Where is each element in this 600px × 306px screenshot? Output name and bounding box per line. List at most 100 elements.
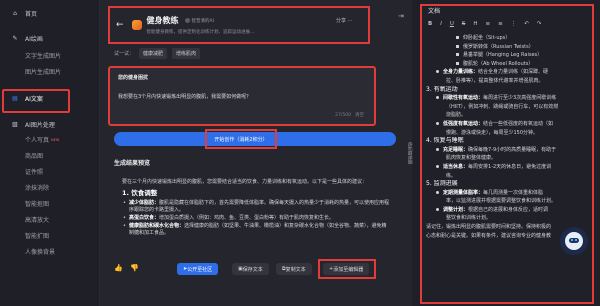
editor-divider[interactable] [412, 0, 420, 306]
author-tag[interactable]: 智普清的AI [184, 18, 214, 24]
new-badge: NEW [51, 137, 60, 142]
document-line: 拉、卧推等），提高整体代谢率并增强肌肉。 [446, 77, 544, 84]
sidebar-item-9[interactable]: 涂抹消除 [0, 180, 49, 195]
sidebar-item-6[interactable]: 个人写真 NEW [0, 132, 59, 147]
robot-icon [565, 232, 583, 250]
document-line: 烧脂肪。 [446, 112, 467, 119]
document-line: 全身力量训练：结合全身力量训练（如深蹲、硬 [424, 68, 590, 77]
sidebar-item-13[interactable]: 人像换背景 [0, 244, 55, 259]
document-line: 悬垂举腿（Hanging Leg Raises） [424, 51, 590, 60]
share-label: 分享 [336, 18, 347, 24]
document-line: 低强度有氧运动：结合一些低强度的有氧运动（如 [424, 120, 590, 129]
sidebar-item-2[interactable]: 文字生成图片 [0, 48, 61, 63]
sidebar-item-7[interactable]: 商品图 [0, 148, 43, 163]
sidebar-item-label: AI绘画 [25, 36, 43, 43]
redo-icon[interactable]: ↷ [537, 21, 542, 27]
prompt-input-box[interactable]: 您的健身困扰 我想要在3个月内快速锻炼出明显的腹肌，我需要如何做呢？ 27/50… [108, 66, 376, 126]
sidebar-item-12[interactable]: 智能扩图 [0, 228, 49, 243]
sidebar-item-5[interactable]: ▧ AI图片处理 [0, 117, 55, 132]
result-list: 减少体脂肪：腹肌是隐藏在体脂肪下的，首先需要降低体脂率。确保每天摄入的热量少于消… [122, 200, 390, 237]
assistant-avatar[interactable] [560, 227, 588, 255]
sidebar-item-3[interactable]: 图片生成图片 [0, 64, 61, 79]
app-avatar [131, 20, 142, 30]
ordered-list-icon[interactable]: ≡ [498, 21, 503, 27]
title-block: 健身教练 智普清的AI 智能健身教练，提供定制化训练计划、追踪运动进展… [147, 15, 255, 35]
sidebar-item-label: 高清放大 [25, 217, 50, 224]
more-icon[interactable]: ⋮ [511, 21, 517, 27]
document-line: 5. 监测进展 [426, 180, 458, 188]
document-line: 整饮食和训练计划。 [446, 215, 492, 222]
result-bullet: 减少体脂肪：腹肌是隐藏在体脂肪下的，首先需要降低体脂率。确保每天摄入的热量少于消… [122, 200, 390, 214]
underline-icon[interactable]: U [450, 21, 454, 27]
bullet-marker [456, 44, 459, 48]
save-button[interactable]: ▣ 保存文本 [232, 263, 269, 275]
try-label: 试一试： [114, 51, 135, 57]
document-line: 腹肌轮（Ab Wheel Rollouts） [424, 60, 590, 69]
sidebar-item-10[interactable]: 智能抠图 [0, 196, 49, 211]
undo-icon[interactable]: ↶ [524, 21, 529, 27]
collapse-editor-label[interactable]: 收起编辑器 [406, 142, 412, 165]
bullet-marker [436, 70, 439, 74]
author-avatar [184, 18, 190, 23]
document-line: 俄罗斯转体（Russian Twists） [424, 43, 590, 52]
sidebar-item-4[interactable]: ▤ AI文案 [0, 91, 43, 106]
bullet-marker [436, 96, 439, 100]
sidebar-item-label: 首页 [25, 11, 38, 18]
sidebar-item-label: 智能扩图 [25, 233, 50, 240]
document-line: 4. 恢复与睡眠 [426, 137, 464, 145]
generate-button[interactable]: 开始创作（消耗2积分） [205, 129, 277, 149]
publish-button[interactable]: ➤ 公开至社区 [177, 263, 219, 275]
bullet-marker [436, 147, 439, 151]
chip-lose-weight[interactable]: 健康减肥 [139, 48, 168, 59]
result-heading: 1. 饮食调整 [122, 189, 158, 197]
sidebar-item-label: 文字生成图片 [25, 53, 62, 60]
thumbs-up-icon[interactable]: 👍 [114, 264, 123, 272]
result-intro: 要在三个月内快速锻炼出明显的腹肌，您需要结合适当的饮食、力量训练和有氧运动。以下… [122, 179, 368, 185]
prompt-textarea[interactable]: 我想要在3个月内快速锻炼出明显的腹肌，我需要如何做呢？ [118, 94, 366, 101]
document-body[interactable]: 仰卧起坐（Sit-ups） 俄罗斯转体（Russian Twists） 悬垂举腿（H… [424, 34, 590, 304]
sidebar-item-label: 证件照 [25, 169, 44, 176]
result-bullet: 高蛋白饮食：增加蛋白质摄入（例如：鸡肉、鱼、豆类、蛋白粉等）有助于肌肉恢复和生长… [122, 215, 390, 222]
chip-build-muscle[interactable]: 增练肌肉 [172, 48, 201, 59]
sidebar-item-label: 人像换背景 [25, 249, 56, 256]
heading-icon[interactable]: H [473, 21, 477, 27]
share-button[interactable]: 分享 ⋯ [336, 17, 353, 24]
home-icon: ⌂ [13, 10, 17, 17]
italic-icon[interactable]: I [440, 21, 442, 27]
sidebar-item-11[interactable]: 高清放大 [0, 212, 49, 227]
back-arrow-icon[interactable]: ← [116, 20, 124, 30]
sidebar-item-0[interactable]: ⌂ 首页 [0, 6, 37, 21]
document-line: 调整计划：根据自己的进展和身体反应，适时调 [424, 206, 590, 215]
document-line: 间歇性有氧运动：每周进行至少3次高强度间歇训练 [424, 94, 590, 103]
author-name: 智普清的AI [191, 18, 214, 24]
collapse-icon[interactable]: ⇥ [398, 12, 404, 20]
bullet-marker [456, 61, 459, 65]
page-title: 健身教练 智普清的AI [147, 15, 255, 26]
document-line: 仰卧起坐（Sit-ups） [424, 34, 590, 43]
bullet-list-icon[interactable]: ≡ [486, 21, 491, 27]
sidebar-item-label: 涂抹消除 [25, 185, 50, 192]
save-label: 保存文本 [242, 266, 263, 273]
clear-button[interactable]: 清空 [355, 113, 364, 118]
input-label: 您的健身困扰 [118, 75, 149, 81]
sidebar-item-1[interactable]: ✎ AI绘画 [0, 31, 43, 46]
paint-icon: ✎ [12, 35, 18, 42]
document-icon: ▤ [12, 95, 18, 102]
sidebar-item-8[interactable]: 证件照 [0, 164, 43, 179]
editor-toolbar: B I U S H ≡ ≡ ⋮ ↶ ↷ [428, 21, 541, 27]
app-header: ← 健身教练 智普清的AI 智能健身教练，提供定制化训练计划、追踪运动进展… [108, 6, 370, 44]
strikethrough-icon[interactable]: S [462, 21, 466, 27]
document-line: 适当休息：每周安排1-2天的休息日，避免过度训 [424, 163, 590, 172]
thumbs-down-icon[interactable]: 👎 [130, 264, 139, 272]
page-description: 智能健身教练，提供定制化训练计划、追踪运动进展… [146, 30, 255, 35]
document-line: （HIIT），例如冲刺、跳绳或骑自行车，可以有效燃 [446, 103, 559, 110]
sidebar: ⌂ 首页 ✎ AI绘画 文字生成图片 图片生成图片 ▤ AI文案 ▧ AI图片处理 个人写真 NEW 商… [0, 0, 100, 306]
bold-icon[interactable]: B [428, 21, 432, 27]
sidebar-item-label: 个人写真 [25, 137, 50, 144]
bullet-marker [456, 36, 459, 39]
copy-button[interactable]: ⧉ 复制文本 [276, 263, 312, 275]
document-line: 定期测量体脂率：每几周测量一次体重和体脂 [424, 189, 590, 198]
sidebar-item-label: AI文案 [25, 96, 43, 103]
try-row: 试一试： 健康减肥 增练肌肉 [114, 48, 201, 59]
document-line: 慢跑、游泳或快走），每周至少150分钟。 [446, 129, 539, 136]
